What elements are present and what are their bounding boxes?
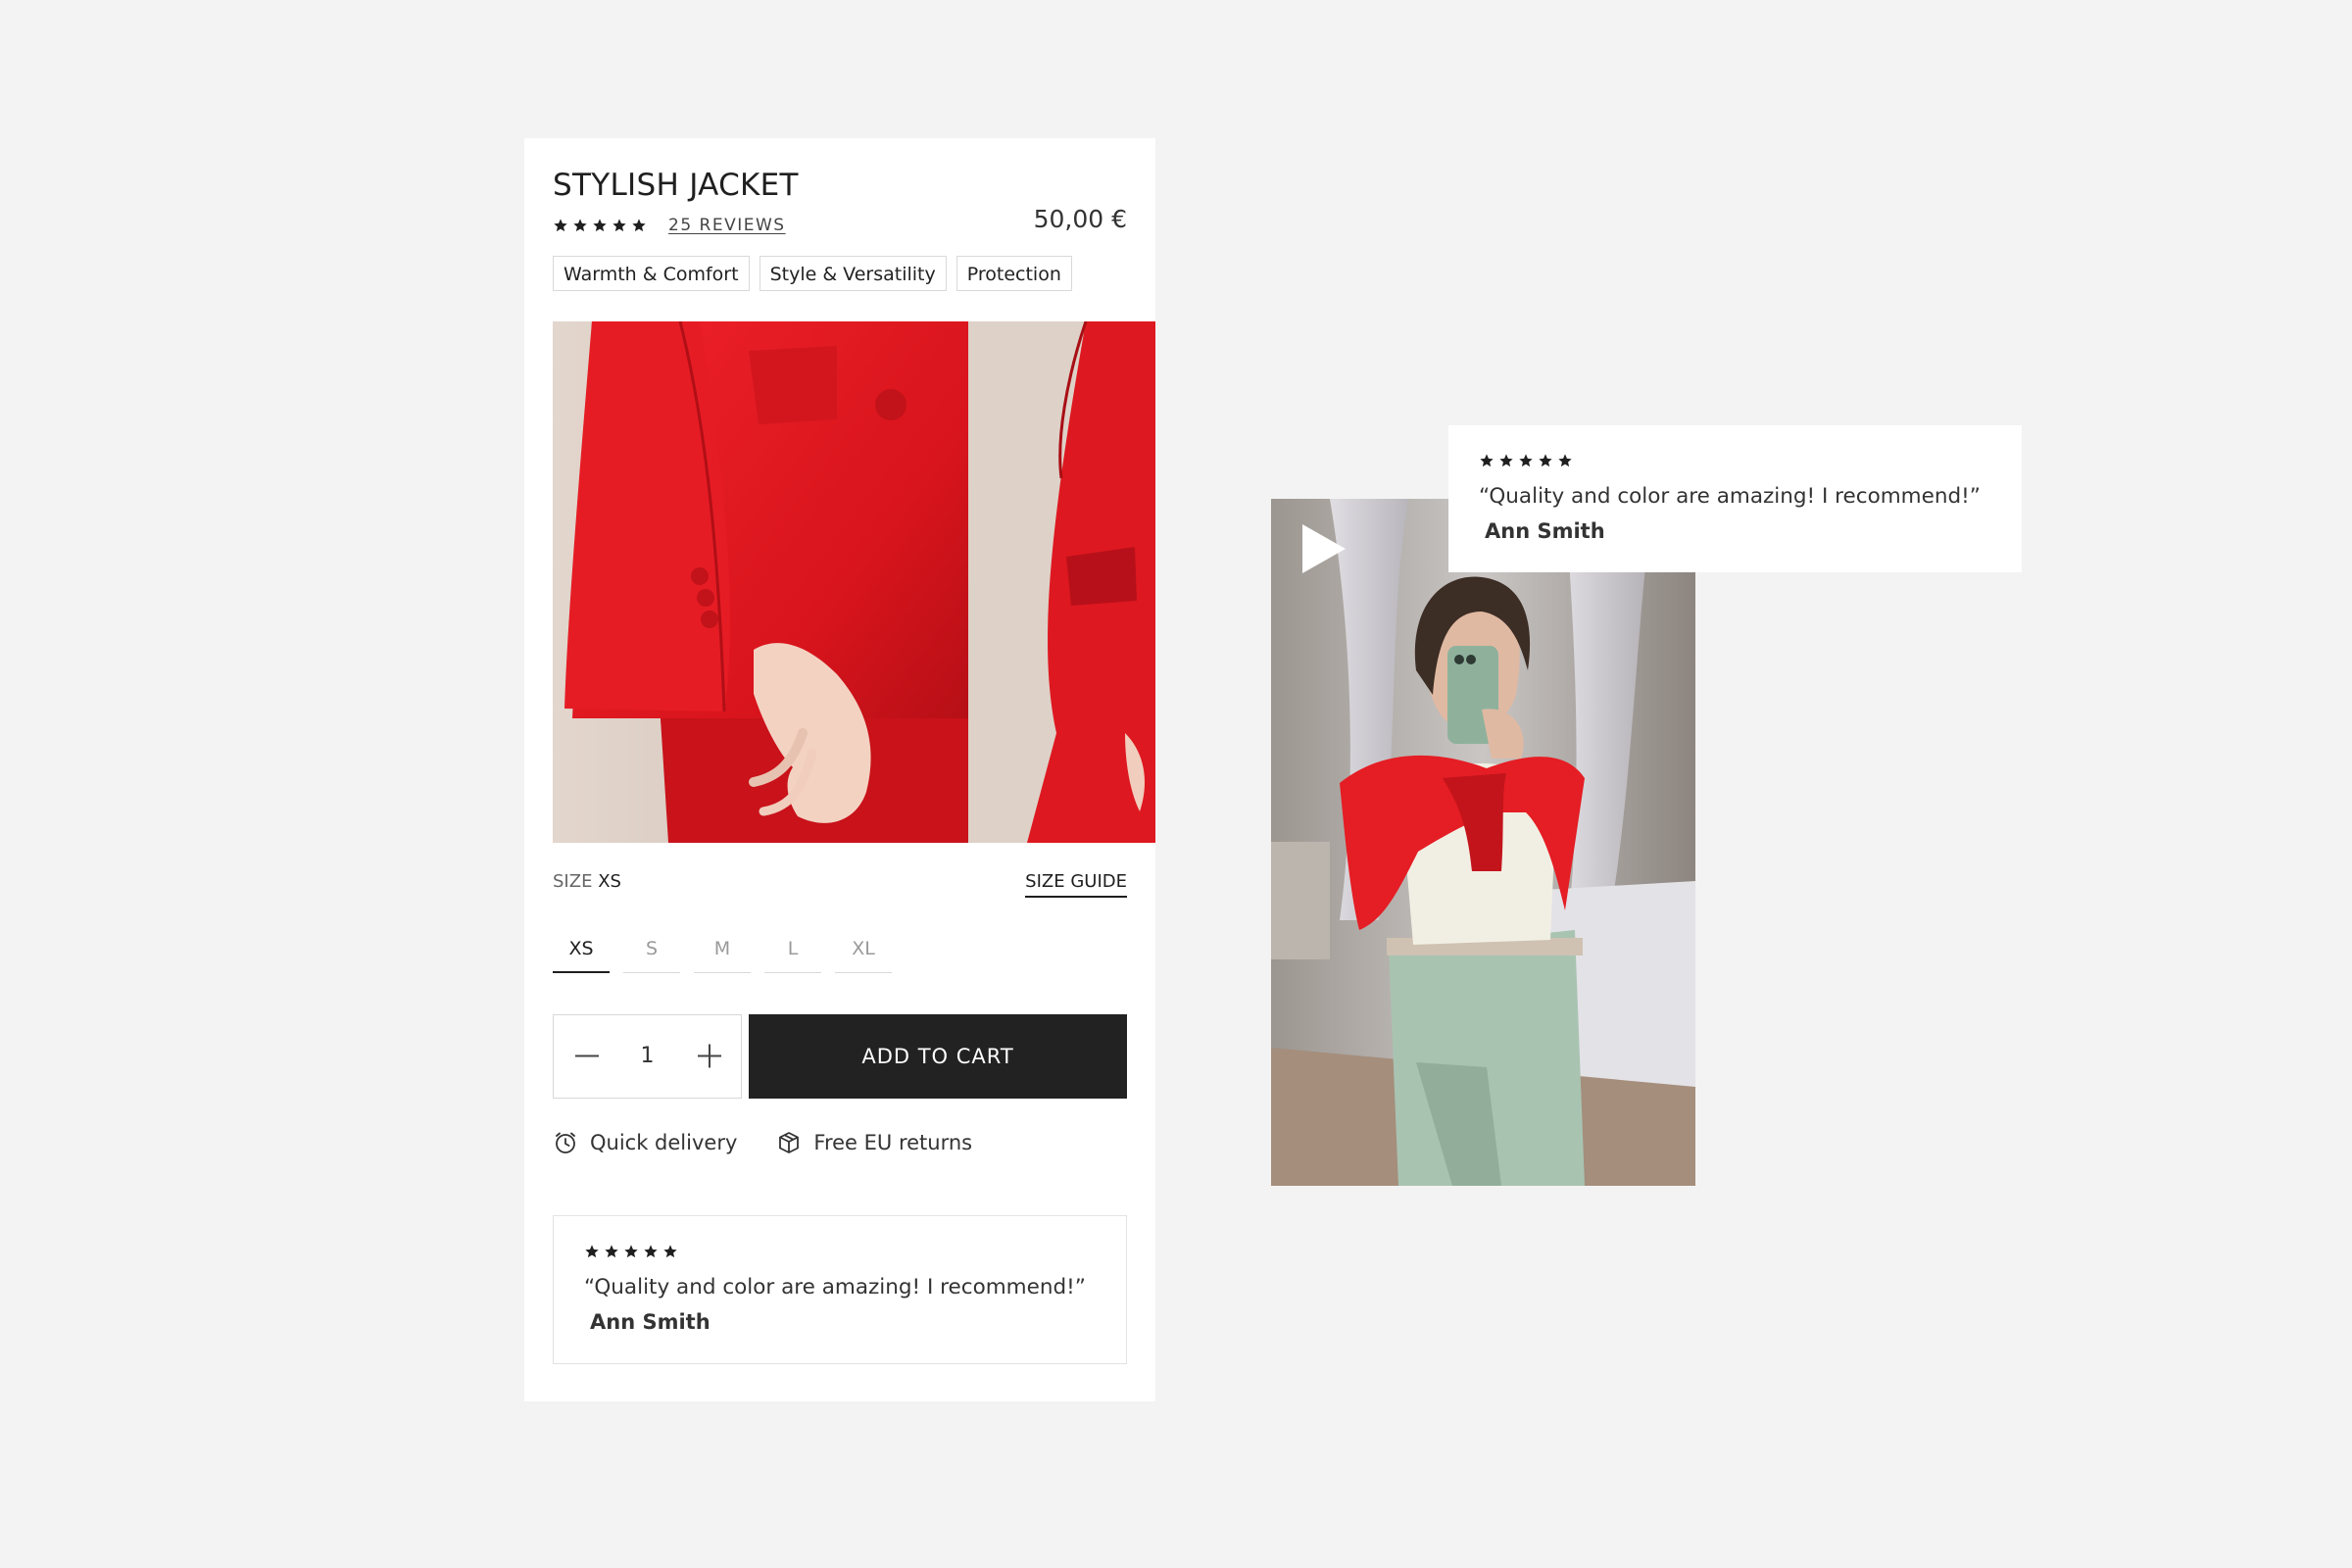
review-quote: “Quality and color are amazing! I recomm… [1479, 484, 1981, 509]
star-icon [1499, 454, 1513, 467]
star-icon [632, 219, 646, 232]
star-icon [573, 219, 587, 232]
star-icon [612, 219, 626, 232]
delivery-features: Quick delivery Free EU returns [553, 1130, 1011, 1155]
product-photo-side[interactable] [968, 321, 1155, 843]
review-stars [1479, 453, 1573, 468]
star-icon [1480, 454, 1494, 467]
star-icon [1558, 454, 1572, 467]
tag-style-versatility: Style & Versatility [759, 256, 947, 291]
quantity-decrease-button[interactable] [554, 1015, 612, 1097]
review-author: Ann Smith [590, 1310, 710, 1334]
rating-stars [553, 218, 647, 233]
feature-tags: Warmth & Comfort Style & Versatility Pro… [553, 256, 1072, 291]
quantity-stepper: 1 [553, 1014, 742, 1099]
size-option-xs[interactable]: XS [553, 928, 610, 973]
size-label: SIZE XS [553, 871, 621, 892]
size-option-s[interactable]: S [623, 928, 680, 973]
quantity-value[interactable]: 1 [612, 1015, 682, 1097]
review-quote: “Quality and color are amazing! I recomm… [584, 1275, 1086, 1299]
product-card: STYLISH JACKET 25 REVIEWS 50,00 € Warmth… [524, 138, 1155, 1401]
product-gallery[interactable] [553, 321, 1155, 843]
product-photo-main[interactable] [553, 321, 968, 843]
quantity-increase-button[interactable] [682, 1015, 741, 1097]
star-icon [624, 1245, 638, 1258]
minus-icon [575, 1054, 599, 1057]
video-thumbnail [1271, 499, 1695, 1186]
review-stars [584, 1244, 678, 1259]
tag-warmth-comfort: Warmth & Comfort [553, 256, 750, 291]
reviews-link[interactable]: 25 REVIEWS [668, 216, 786, 235]
star-icon [663, 1245, 677, 1258]
size-guide-link[interactable]: SIZE GUIDE [1025, 871, 1127, 898]
star-icon [644, 1245, 658, 1258]
feature-label: Quick delivery [590, 1131, 738, 1154]
review-video[interactable] [1271, 499, 1695, 1186]
product-price: 50,00 € [1033, 205, 1127, 233]
size-option-m[interactable]: M [694, 928, 751, 973]
feature-free-returns: Free EU returns [776, 1130, 972, 1155]
star-icon [554, 219, 567, 232]
play-icon[interactable] [1298, 522, 1348, 575]
clock-icon [556, 1132, 575, 1153]
star-icon [1519, 454, 1533, 467]
size-option-xl[interactable]: XL [835, 928, 892, 973]
product-title: STYLISH JACKET [553, 168, 799, 203]
review-author: Ann Smith [1485, 519, 1605, 543]
tag-protection: Protection [956, 256, 1072, 291]
star-icon [585, 1245, 599, 1258]
feature-quick-delivery: Quick delivery [553, 1130, 737, 1155]
star-icon [593, 219, 607, 232]
box-icon [779, 1132, 800, 1153]
size-options: XS S M L XL [553, 928, 892, 973]
product-rating: 25 REVIEWS [553, 214, 786, 237]
size-label-text: SIZE [553, 871, 593, 892]
size-row: SIZE XS SIZE GUIDE [553, 871, 1127, 901]
feature-label: Free EU returns [813, 1131, 973, 1154]
review-card: “Quality and color are amazing! I recomm… [553, 1215, 1127, 1364]
size-option-l[interactable]: L [764, 928, 821, 973]
plus-icon [698, 1044, 721, 1068]
star-icon [605, 1245, 618, 1258]
size-selected-value: XS [598, 871, 621, 892]
star-icon [1539, 454, 1552, 467]
add-to-cart-button[interactable]: ADD TO CART [749, 1014, 1127, 1099]
floating-review-card: “Quality and color are amazing! I recomm… [1448, 425, 2022, 572]
